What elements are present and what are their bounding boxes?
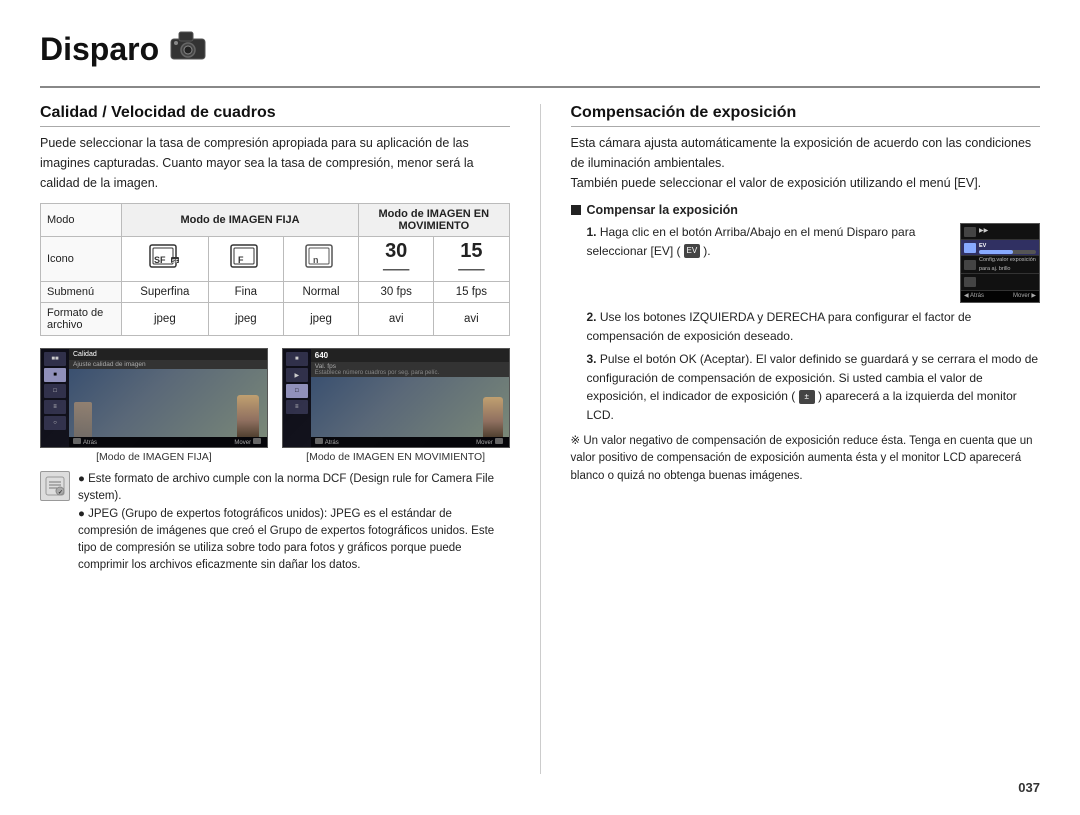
table-cell-sf-icon: SF SF: [121, 237, 208, 282]
step1-number: 1.: [587, 225, 600, 239]
ev-row2-active: EV: [961, 240, 1039, 256]
step1-text: Haga clic en el botón Arriba/Abajo en el…: [587, 225, 916, 258]
table-cell-modo-label: Modo: [41, 204, 122, 237]
table-header-movimiento: Modo de IMAGEN ENMOVIMIENTO: [359, 204, 509, 237]
ev-row4: [961, 274, 1039, 290]
left-section-desc: Puede seleccionar la tasa de compresión …: [40, 133, 510, 193]
cam2-sidebar-item1: ■: [286, 352, 308, 366]
table-cell-avi2: avi: [434, 303, 509, 336]
right-column: Compensación de exposición Esta cámara a…: [571, 104, 1041, 774]
page-number: 037: [40, 780, 1040, 795]
table-cell-fina: Fina: [208, 282, 283, 303]
step1-ev-icon: EV: [684, 244, 700, 258]
column-divider: [540, 104, 541, 774]
table-cell-submenu-label: Submenú: [41, 282, 122, 303]
note-icon: ✓: [40, 471, 70, 501]
cam-sidebar-item2: ■: [44, 368, 66, 382]
step2-number: 2.: [587, 310, 600, 324]
page: Disparo Calidad / Velocidad de cuadros P…: [0, 0, 1080, 815]
table-header-fija: Modo de IMAGEN FIJA: [121, 204, 358, 237]
compensar-title: Compensar la exposición: [571, 203, 1041, 217]
ev-row3: Config.valor exposición para aj. brillo: [961, 256, 1039, 274]
note-asterisk-text: ※ Un valor negativo de compensación de e…: [571, 433, 1041, 486]
table-cell-formato-label: Formato dearchivo: [41, 303, 122, 336]
table-cell-30fps: 30 fps: [359, 282, 434, 303]
cam2-sidebar-item4: ≡: [286, 400, 308, 414]
ev-screen: ▶▶ EV Config.valor: [960, 223, 1040, 303]
table-cell-icono-label: Icono: [41, 237, 122, 282]
table-cell-30fps-icon: 30 ⸻: [359, 237, 434, 282]
ev-screen-bottom: ◀ Atrás Mover ▶: [961, 291, 1039, 302]
note-box: ✓ ● Este formato de archivo cumple con l…: [40, 471, 510, 575]
table-cell-15fps: 15 fps: [434, 282, 509, 303]
table-cell-normal: Normal: [283, 282, 358, 303]
cam-sidebar-item3: □: [44, 384, 66, 398]
cam2-sublabel2: Establece número cuadros por seg. para p…: [315, 370, 505, 376]
screenshot-fija-caption: [Modo de IMAGEN FIJA]: [96, 451, 212, 463]
step2-text: Use los botones IZQUIERDA y DERECHA para…: [587, 310, 972, 343]
svg-text:SF: SF: [172, 259, 178, 265]
step3-exposure-icon: ±: [799, 390, 815, 404]
compensar-label-text: Compensar la exposición: [587, 203, 738, 217]
cam2-sublabel1: Val. fps: [315, 363, 505, 370]
cam-sidebar-item5: ○: [44, 416, 66, 430]
left-column: Calidad / Velocidad de cuadros Puede sel…: [40, 104, 510, 774]
cam-fija-bottom-bar: Atrás Mover: [69, 437, 267, 447]
table-cell-f-icon: F: [208, 237, 283, 282]
right-section-desc: Esta cámara ajusta automáticamente la ex…: [571, 133, 1041, 193]
svg-text:✓: ✓: [58, 490, 63, 496]
step-2: 2. Use los botones IZQUIERDA y DERECHA p…: [571, 308, 1041, 345]
left-section-title: Calidad / Velocidad de cuadros: [40, 104, 510, 127]
step3-number: 3.: [587, 352, 600, 366]
svg-text:n: n: [313, 255, 319, 265]
table-cell-jpeg2: jpeg: [208, 303, 283, 336]
step-3: 3. Pulse el botón OK (Aceptar). El valor…: [571, 350, 1041, 424]
title-divider: [40, 86, 1040, 88]
black-square-icon: [571, 205, 581, 215]
svg-text:SF: SF: [154, 255, 166, 265]
table-cell-n-icon: n: [283, 237, 358, 282]
ev-row1: ▶▶: [961, 224, 1039, 240]
note-line2: ● JPEG (Grupo de expertos fotográficos u…: [78, 508, 494, 572]
steps-list: 1. Haga clic en el botón Arriba/Abajo en…: [571, 223, 1041, 425]
svg-text:F: F: [238, 255, 244, 265]
cam2-sidebar-item3: □: [286, 384, 308, 398]
cam-sidebar-item1: ■■: [44, 352, 66, 366]
note-text: ● Este formato de archivo cumple con la …: [78, 471, 510, 575]
screenshot-movimiento: ■ ▶ □ ≡ 640 Val. fps: [282, 348, 510, 463]
page-title: Disparo: [40, 30, 207, 68]
cam-fija-label: Calidad: [73, 351, 97, 358]
screenshot-fija: ■■ ■ □ ≡ ○ Calidad: [40, 348, 268, 463]
table-cell-15fps-icon: 15 ⸻: [434, 237, 509, 282]
table-cell-avi1: avi: [359, 303, 434, 336]
table-cell-superfina: Superfina: [121, 282, 208, 303]
screenshot-movimiento-caption: [Modo de IMAGEN EN MOVIMIENTO]: [306, 451, 485, 463]
screenshots-row: ■■ ■ □ ≡ ○ Calidad: [40, 348, 510, 463]
title-text: Disparo: [40, 31, 159, 68]
right-section-title: Compensación de exposición: [571, 104, 1041, 127]
cam2-bottom-bar: Atrás Mover: [311, 437, 509, 447]
cam-sidebar-item4: ≡: [44, 400, 66, 414]
cam2-sidebar-item2: ▶: [286, 368, 308, 382]
cam2-label: 640: [315, 351, 328, 360]
table-cell-jpeg1: jpeg: [121, 303, 208, 336]
table-cell-jpeg3: jpeg: [283, 303, 358, 336]
step-1: 1. Haga clic en el botón Arriba/Abajo en…: [571, 223, 1041, 303]
screenshot-fija-box: ■■ ■ □ ≡ ○ Calidad: [40, 348, 268, 448]
screenshot-movimiento-box: ■ ▶ □ ≡ 640 Val. fps: [282, 348, 510, 448]
step1-text-end: ).: [703, 244, 710, 258]
note-line1: ● Este formato de archivo cumple con la …: [78, 473, 494, 502]
camera-icon: [169, 30, 207, 68]
cam-fija-sublabel: Ajuste calidad de imagen: [73, 361, 146, 368]
mode-table: Modo Modo de IMAGEN FIJA Modo de IMAGEN …: [40, 203, 510, 336]
